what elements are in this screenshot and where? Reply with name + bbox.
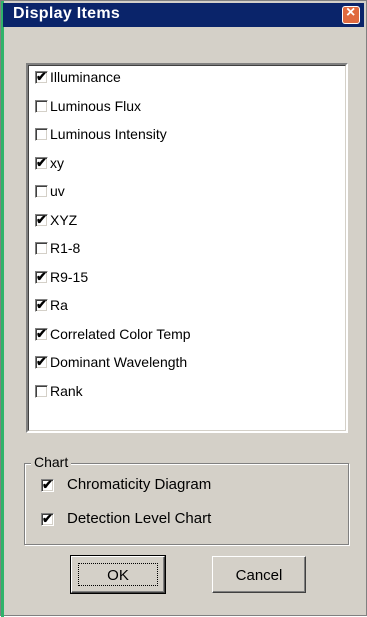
ok-button[interactable]: OK (70, 555, 166, 594)
chart-option-label: Detection Level Chart (67, 510, 212, 527)
list-item-illuminance[interactable]: ✔ Illuminance (35, 68, 335, 90)
checkmark-icon: ✔ (36, 297, 47, 312)
checkbox[interactable]: ✔ (41, 511, 54, 526)
list-item-label: xy (50, 155, 64, 171)
checkmark-icon: ✔ (36, 155, 47, 170)
list-item-luminous-intensity[interactable]: Luminous Intensity (35, 125, 335, 147)
title-bar[interactable]: Display Items × (3, 3, 364, 27)
list-item-rank[interactable]: Rank (35, 382, 335, 404)
checkmark-icon: ✔ (36, 269, 47, 284)
checkbox[interactable]: ✔ (41, 477, 54, 492)
display-items-list[interactable]: ✔ Illuminance Luminous Flux Luminous Int… (26, 63, 348, 433)
list-item-label: R1-8 (50, 240, 81, 256)
list-item-label: Luminous Intensity (50, 126, 167, 142)
checkbox[interactable] (35, 242, 48, 255)
checkmark-icon: ✔ (42, 477, 53, 492)
list-item-label: Illuminance (50, 69, 121, 85)
close-button[interactable]: × (342, 4, 360, 24)
checkbox[interactable]: ✔ (35, 269, 48, 284)
cancel-button-label: Cancel (235, 567, 283, 584)
checkbox[interactable] (35, 128, 48, 141)
checkmark-icon: ✔ (36, 326, 47, 341)
list-item-r9-15[interactable]: ✔ R9-15 (35, 268, 335, 290)
display-items-dialog: Display Items × ✔ Illuminance Luminous F… (0, 0, 367, 617)
checkbox[interactable] (35, 185, 48, 198)
checkbox[interactable]: ✔ (35, 354, 48, 369)
checkbox[interactable] (35, 100, 48, 113)
list-item-r1-8[interactable]: R1-8 (35, 239, 335, 261)
list-item-label: R9-15 (50, 269, 89, 285)
close-icon: × (346, 4, 356, 21)
checkmark-icon: ✔ (36, 354, 47, 369)
chart-group-title: Chart (31, 454, 72, 470)
list-item-label: Luminous Flux (50, 98, 142, 114)
checkbox[interactable] (35, 385, 48, 398)
list-item-correlated-color-temp[interactable]: ✔ Correlated Color Temp (35, 325, 335, 347)
list-item-uv[interactable]: uv (35, 182, 335, 204)
chart-option-chromaticity-diagram[interactable]: ✔ Chromaticity Diagram (41, 476, 321, 498)
list-item-xy[interactable]: ✔ xy (35, 154, 335, 176)
list-item-label: uv (50, 183, 65, 199)
list-item-ra[interactable]: ✔ Ra (35, 296, 335, 318)
list-item-dominant-wavelength[interactable]: ✔ Dominant Wavelength (35, 353, 335, 375)
checkmark-icon: ✔ (36, 69, 47, 84)
list-item-xyz[interactable]: ✔ XYZ (35, 211, 335, 233)
checkmark-icon: ✔ (42, 511, 53, 526)
checkbox[interactable]: ✔ (35, 155, 48, 170)
checkbox[interactable]: ✔ (35, 326, 48, 341)
ok-button-label: OK (107, 567, 129, 584)
checkbox[interactable]: ✔ (35, 212, 48, 227)
checkbox[interactable]: ✔ (35, 297, 48, 312)
window-edge-strip (1, 1, 4, 617)
chart-option-label: Chromaticity Diagram (67, 476, 212, 493)
list-item-luminous-flux[interactable]: Luminous Flux (35, 97, 335, 119)
list-item-label: Correlated Color Temp (50, 326, 191, 342)
checkmark-icon: ✔ (36, 212, 47, 227)
chart-groupbox: Chart ✔ Chromaticity Diagram ✔ Detection… (24, 454, 349, 545)
window-title: Display Items (13, 5, 121, 22)
chart-option-detection-level-chart[interactable]: ✔ Detection Level Chart (41, 510, 321, 532)
list-item-label: Rank (50, 383, 83, 399)
list-item-label: Ra (50, 297, 68, 313)
checkbox[interactable]: ✔ (35, 69, 48, 84)
list-item-label: Dominant Wavelength (50, 354, 188, 370)
cancel-button[interactable]: Cancel (212, 556, 306, 593)
list-item-label: XYZ (50, 212, 78, 228)
